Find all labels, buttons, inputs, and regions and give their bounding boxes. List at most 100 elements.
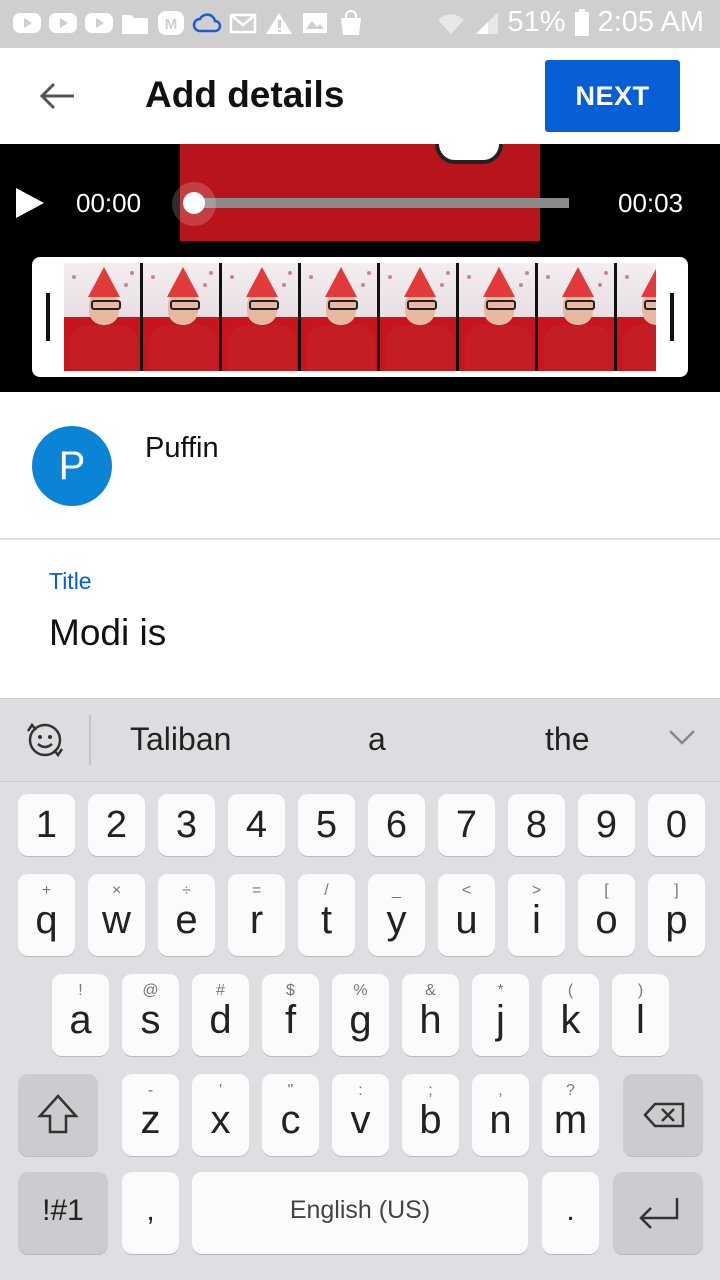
key-d[interactable]: # d [192, 974, 249, 1056]
key-f[interactable]: $ f [262, 974, 319, 1056]
channel-row: P Puffin [0, 392, 720, 540]
key-9[interactable]: 9 [578, 794, 635, 856]
frame-thumbnail [222, 263, 301, 371]
key-i[interactable]: > i [508, 874, 565, 956]
page-title: Add details [145, 74, 345, 115]
key-k[interactable]: (k [542, 974, 599, 1056]
key-label: h [419, 998, 442, 1042]
suggestion-3[interactable]: the [545, 721, 589, 758]
key-label: English (US) [289, 1196, 431, 1224]
key-label: 0 [665, 804, 688, 846]
signal-icon [475, 11, 498, 34]
key-label: !#1 [42, 1194, 84, 1227]
key-w[interactable]: × w [88, 874, 145, 956]
key-m[interactable]: ? m [542, 1074, 599, 1156]
key-label: 7 [455, 804, 478, 846]
key-j[interactable]: * j [472, 974, 529, 1056]
back-arrow-icon [39, 82, 74, 110]
key-label: s [140, 998, 161, 1042]
emoji-sync-icon[interactable] [22, 717, 68, 763]
key-3[interactable]: 3 [158, 794, 215, 856]
key-c[interactable]: " c [262, 1074, 319, 1156]
seek-bar[interactable] [195, 198, 569, 208]
key-label: l [636, 998, 645, 1042]
seek-thumb[interactable] [183, 192, 205, 214]
key-label: i [532, 898, 541, 942]
key-label: j [496, 998, 505, 1042]
key-h[interactable]: & h [402, 974, 459, 1056]
frame-thumbnail [301, 263, 380, 371]
trim-strip[interactable] [32, 257, 688, 377]
video-frame[interactable] [180, 144, 540, 241]
play-button[interactable] [14, 186, 46, 225]
key-label: a [69, 998, 92, 1042]
next-button[interactable]: NEXT [545, 60, 680, 132]
comma-key[interactable]: , [122, 1172, 179, 1254]
backspace-key[interactable] [623, 1074, 703, 1156]
key-q[interactable]: + q [18, 874, 75, 956]
key-v[interactable]: :v [332, 1074, 389, 1156]
keyboard: Taliban a the 1 2 3 4 5 6 7 8 9 0 + q × w ÷ e = r / t _ y < u > i… [0, 698, 720, 1280]
battery-icon [574, 8, 589, 36]
avatar[interactable]: P [32, 426, 112, 506]
key-y[interactable]: _ y [368, 874, 425, 956]
key-b[interactable]: ; b [402, 1074, 459, 1156]
period-key[interactable]: . [542, 1172, 599, 1254]
key-x[interactable]: ' x [192, 1074, 249, 1156]
shift-key[interactable] [18, 1074, 98, 1156]
suggestion-2[interactable]: a [368, 721, 386, 758]
key-label: n [489, 1098, 512, 1142]
key-4[interactable]: 4 [228, 794, 285, 856]
shift-icon [37, 1094, 79, 1134]
key-z[interactable]: -z [122, 1074, 179, 1156]
key-2[interactable]: 2 [88, 794, 145, 856]
suggestion-1[interactable]: Taliban [130, 721, 231, 758]
key-label: f [284, 998, 297, 1042]
key-o[interactable]: [o [578, 874, 635, 956]
frame-thumbnail [380, 263, 459, 371]
cloud-icon [192, 10, 222, 36]
key-u[interactable]: < u [438, 874, 495, 956]
key-label: , [146, 1194, 155, 1227]
key-r[interactable]: = r [228, 874, 285, 956]
key-l[interactable]: ) l [612, 974, 669, 1056]
key-a[interactable]: ! a [52, 974, 109, 1056]
key-label: z [140, 1098, 161, 1142]
key-6[interactable]: 6 [368, 794, 425, 856]
title-field[interactable]: Modi is [49, 612, 166, 654]
key-label: o [595, 898, 618, 942]
key-7[interactable]: 7 [438, 794, 495, 856]
key-g[interactable]: % g [332, 974, 389, 1056]
image-icon [300, 10, 330, 36]
frame-thumbnail [459, 263, 538, 371]
key-1[interactable]: 1 [18, 794, 75, 856]
key-p[interactable]: ] p [648, 874, 705, 956]
key-5[interactable]: 5 [298, 794, 355, 856]
key-label: . [566, 1194, 575, 1227]
back-button[interactable] [34, 72, 82, 120]
key-8[interactable]: 8 [508, 794, 565, 856]
trim-handle-left[interactable] [46, 293, 50, 341]
key-label: 3 [175, 804, 198, 846]
key-t[interactable]: / t [298, 874, 355, 956]
clock: 2:05 AM [597, 6, 704, 38]
enter-key[interactable] [613, 1172, 703, 1254]
key-label: 6 [385, 804, 408, 846]
gmail-icon: M [156, 10, 186, 36]
key-label: u [455, 898, 478, 942]
key-0[interactable]: 0 [648, 794, 705, 856]
symbols-key[interactable]: !#1 [18, 1172, 108, 1254]
key-e[interactable]: ÷ e [158, 874, 215, 956]
suggestion-divider [89, 715, 91, 765]
folder-icon [120, 10, 150, 36]
key-label: b [419, 1098, 442, 1142]
key-label: v [350, 1098, 371, 1142]
chevron-down-icon[interactable] [668, 727, 696, 747]
frame-thumbnail [143, 263, 222, 371]
youtube-icon [12, 10, 42, 36]
key-label: p [665, 898, 688, 942]
key-n[interactable]: ,n [472, 1074, 529, 1156]
space-key[interactable]: English (US) [192, 1172, 528, 1254]
trim-handle-right[interactable] [670, 293, 674, 341]
key-s[interactable]: @ s [122, 974, 179, 1056]
